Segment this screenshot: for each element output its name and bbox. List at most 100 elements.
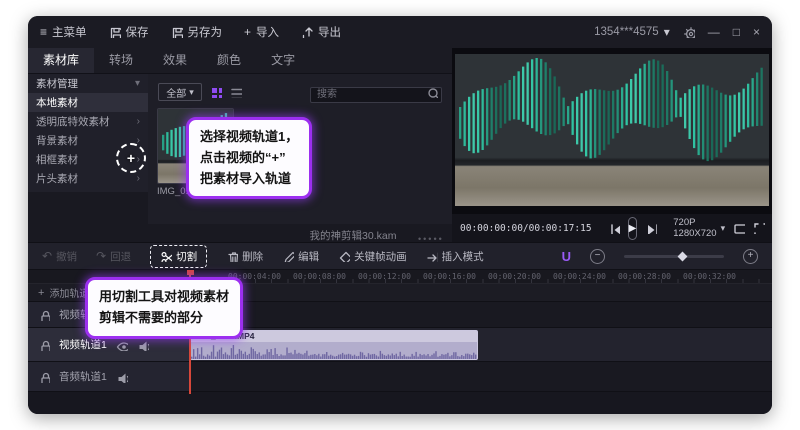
ruler-label: 00:00:08:00 <box>293 272 346 281</box>
tab-text[interactable]: 文字 <box>256 48 310 73</box>
tab-transitions[interactable]: 转场 <box>94 48 148 73</box>
tab-effects[interactable]: 效果 <box>148 48 202 73</box>
list-view-icon[interactable] <box>230 86 242 98</box>
ruler-label: 00:00:20:00 <box>488 272 541 281</box>
zoom-slider-thumb[interactable] <box>677 251 688 261</box>
search-input[interactable] <box>310 86 442 103</box>
ruler-label: 00:00:12:00 <box>358 272 411 281</box>
search-icon[interactable] <box>426 86 438 98</box>
timecode: 00:00:00:00/00:00:17:15 <box>460 222 592 234</box>
save-button[interactable]: 保存 <box>109 24 149 40</box>
maximize-button[interactable]: □ <box>733 25 740 39</box>
close-button[interactable]: × <box>753 25 760 39</box>
timeline-empty-area <box>28 392 772 414</box>
sidebar-label: 相框素材 <box>36 154 78 166</box>
skip-previous-button[interactable] <box>608 222 620 234</box>
scissors-icon <box>161 252 173 262</box>
callout-line: 用切割工具对视频素材 <box>99 289 230 304</box>
settings-gear-icon[interactable] <box>683 26 695 38</box>
add-to-track-button[interactable]: + <box>116 143 146 173</box>
keyframe-diamond-icon <box>339 251 351 262</box>
panel-tabs: 素材库 转场 效果 颜色 文字 <box>28 48 452 74</box>
add-track-plus-icon: + <box>38 286 45 299</box>
chevron-right-icon: › <box>136 116 140 127</box>
zoom-in-button[interactable]: + <box>743 248 758 264</box>
callout-line: 剪辑不需要的部分 <box>99 309 204 325</box>
insert-mode-icon <box>426 252 438 262</box>
floppy-icon <box>110 27 121 38</box>
skip-previous-icon <box>610 224 620 234</box>
save-label: 保存 <box>125 27 149 39</box>
screenshot-stage: ≡ 主菜单 保存 另存为 + 导入 导出 1354***4575 ▾ — □ ×… <box>0 0 800 430</box>
resolution-dropdown[interactable]: 720P 1280X720 ▾ <box>673 217 725 239</box>
zoom-out-button[interactable]: − <box>590 248 605 264</box>
ruler-label: 00:00:32:00 <box>683 272 736 281</box>
skip-next-button[interactable] <box>645 222 658 234</box>
sidebar-item-transparent-fx[interactable]: 透明底特效素材 › <box>28 112 148 131</box>
app-window: ≡ 主菜单 保存 另存为 + 导入 导出 1354***4575 ▾ — □ ×… <box>28 16 772 414</box>
account-label: 1354***4575 <box>594 26 659 38</box>
video-preview[interactable] <box>455 54 769 206</box>
insert-mode-button[interactable]: 插入模式 <box>426 249 484 264</box>
timeline-zoom-slider[interactable] <box>624 251 724 261</box>
callout-line: 选择视频轨道1， <box>200 129 299 144</box>
keyframe-animation-button[interactable]: 关键帧动画 <box>338 249 407 264</box>
chevron-down-icon: ▾ <box>720 222 726 233</box>
minimize-button[interactable]: — <box>708 25 720 39</box>
transport-bar: 00:00:00:00/00:00:17:15 ▶ 720P 1280X720 … <box>452 214 772 242</box>
cut-label: 切割 <box>176 250 198 263</box>
audio-waveform <box>191 345 477 359</box>
lock-icon[interactable] <box>38 309 50 321</box>
redo-label: 回退 <box>110 250 132 263</box>
undo-button[interactable]: ↶ 撤销 <box>42 249 77 264</box>
fullscreen-icon[interactable] <box>753 222 766 234</box>
save-as-button[interactable]: 另存为 <box>171 24 222 40</box>
ruler-label: 00:00:28:00 <box>618 272 671 281</box>
hamburger-icon: ≡ <box>40 25 48 39</box>
delete-button[interactable]: 删除 <box>226 249 263 264</box>
plus-icon: + <box>244 25 252 39</box>
timeline-toolbar: ↶ 撤销 ↷ 回退 切割 删除 编辑 关键帧动画 插入模式 U − + <box>28 242 772 270</box>
main-menu-label: 主菜单 <box>52 27 87 39</box>
edit-label: 编辑 <box>298 250 320 263</box>
trash-icon <box>228 252 239 262</box>
account-menu[interactable]: 1354***4575 ▾ <box>594 26 670 38</box>
lock-icon[interactable] <box>38 339 50 351</box>
topbar: ≡ 主菜单 保存 另存为 + 导入 导出 1354***4575 ▾ — □ × <box>28 16 772 48</box>
preview-panel <box>452 48 772 214</box>
main-menu-button[interactable]: ≡ 主菜单 <box>40 24 87 40</box>
grid-view-icon[interactable] <box>210 86 222 98</box>
track-audio1[interactable]: 音频轨道1 <box>28 362 772 392</box>
skip-next-icon <box>647 224 658 234</box>
pencil-icon <box>284 251 295 262</box>
import-button[interactable]: + 导入 <box>244 24 279 40</box>
sidebar-item-media-manage[interactable]: 素材管理 ▾ <box>28 74 148 93</box>
redo-button[interactable]: ↷ 回退 <box>96 249 131 264</box>
filter-dropdown[interactable]: 全部 ▾ <box>158 83 202 101</box>
lock-icon[interactable] <box>38 371 50 383</box>
undo-label: 撤销 <box>56 250 78 263</box>
chevron-right-icon: › <box>136 173 140 184</box>
tab-media-library[interactable]: 素材库 <box>28 48 95 73</box>
chevron-down-icon: ▾ <box>189 86 194 97</box>
sidebar-item-local-media[interactable]: 本地素材 <box>28 93 148 112</box>
mute-speaker-icon[interactable] <box>116 371 128 383</box>
mute-speaker-icon[interactable] <box>137 339 149 351</box>
track-label: 视频轨道1 <box>59 339 107 351</box>
export-label: 导出 <box>318 27 342 39</box>
export-button[interactable]: 导出 <box>301 24 341 40</box>
callout-line: 点击视频的“+” <box>200 149 286 165</box>
tab-color[interactable]: 颜色 <box>202 48 256 73</box>
edit-button[interactable]: 编辑 <box>282 249 319 264</box>
play-button[interactable]: ▶ <box>627 216 638 240</box>
chevron-down-icon: ▾ <box>134 78 140 89</box>
cut-button[interactable]: 切割 <box>150 244 208 268</box>
search-box <box>310 84 442 103</box>
fit-screen-icon[interactable] <box>733 222 746 234</box>
magnet-snap-button[interactable]: U <box>562 249 571 264</box>
play-icon: ▶ <box>628 222 637 234</box>
callout-line: 把素材导入轨道 <box>200 170 292 186</box>
sidebar-label: 素材管理 <box>36 78 78 90</box>
callout-import-tip: 选择视频轨道1， 点击视频的“+” 把素材导入轨道 <box>186 117 313 200</box>
visibility-eye-icon[interactable] <box>116 339 128 351</box>
